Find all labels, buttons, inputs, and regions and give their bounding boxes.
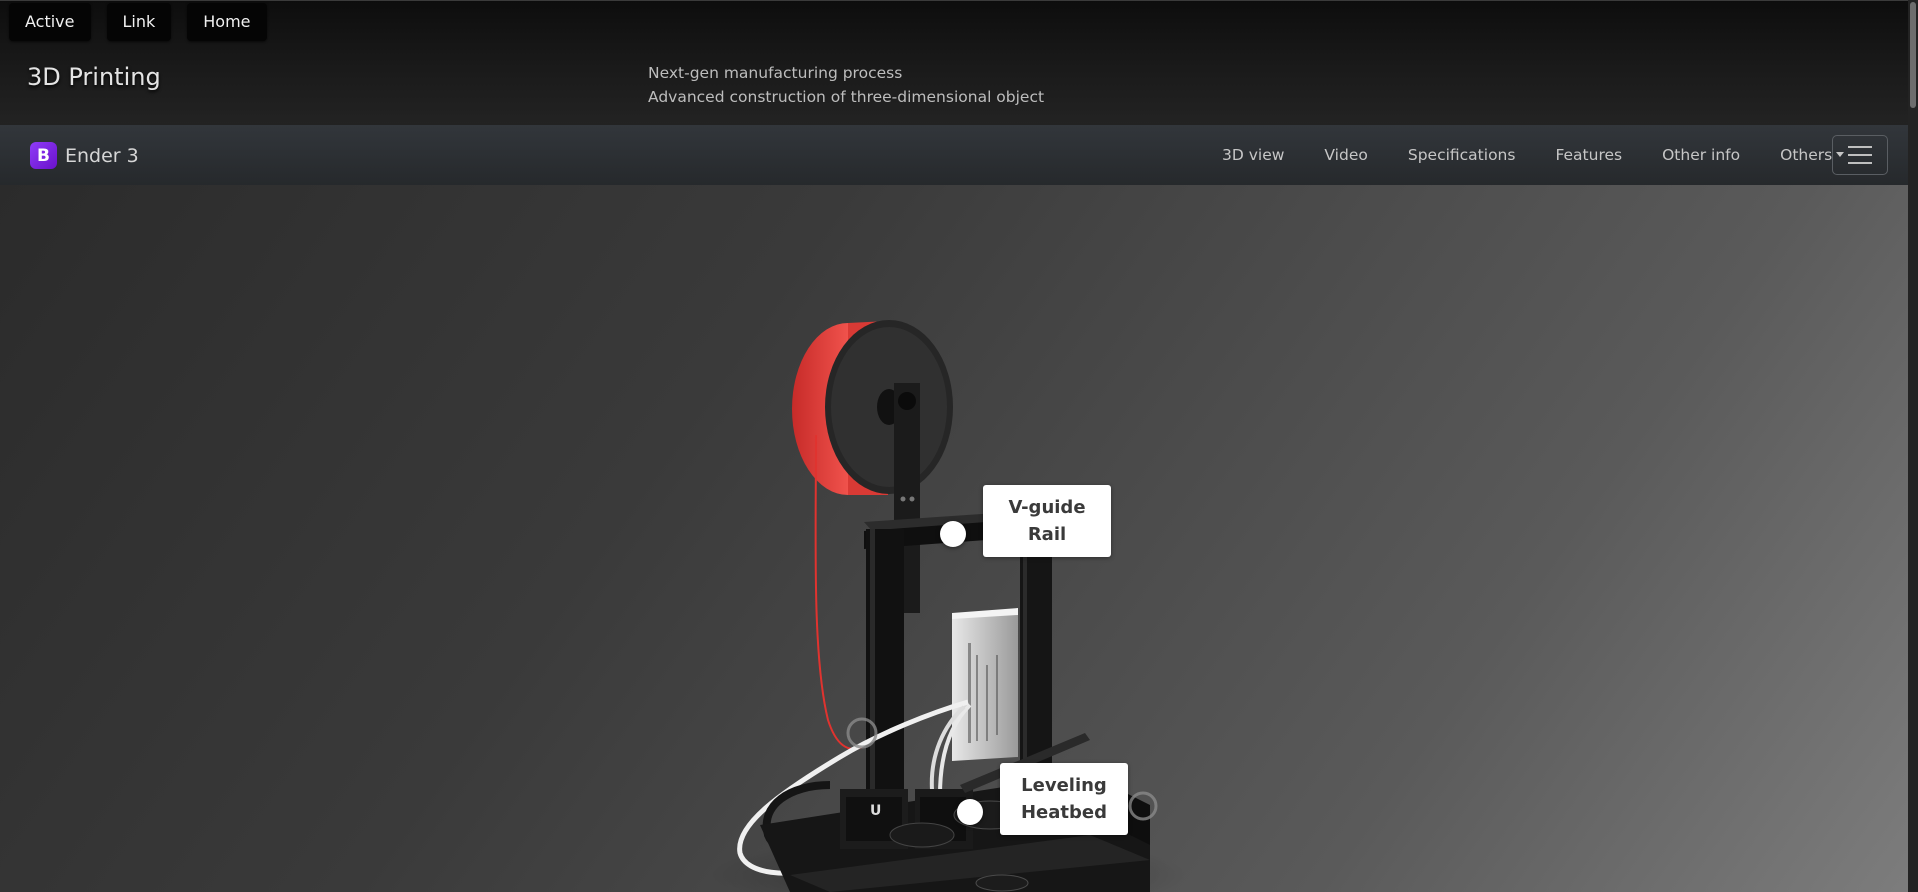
- taglines: Next-gen manufacturing process Advanced …: [648, 61, 1044, 109]
- model-viewer[interactable]: U V-guide Rail Leveling Heatbed: [0, 185, 1918, 892]
- nav-item-other-info[interactable]: Other info: [1642, 146, 1760, 164]
- hamburger-menu-icon: [1848, 146, 1872, 148]
- top-link-link[interactable]: Link: [106, 3, 172, 41]
- hotspot-v-guide-rail-dot[interactable]: [940, 521, 966, 547]
- hotspot-v-guide-rail-label[interactable]: V-guide Rail: [983, 485, 1111, 557]
- svg-text:U: U: [870, 803, 881, 819]
- page-title: 3D Printing: [27, 63, 161, 91]
- top-link-home[interactable]: Home: [187, 3, 267, 41]
- scrollbar-thumb[interactable]: [1910, 2, 1916, 108]
- navbar-toggler-button[interactable]: [1832, 135, 1888, 175]
- nav-items: 3D view Video Specifications Features Ot…: [1202, 125, 1864, 185]
- hotspot-leveling-heatbed-dot[interactable]: [957, 799, 983, 825]
- nav-item-others-label: Others: [1780, 146, 1833, 164]
- nav-item-specifications[interactable]: Specifications: [1388, 146, 1536, 164]
- tagline-1: Next-gen manufacturing process: [648, 64, 903, 82]
- hotspot-label-line-1: Leveling: [1021, 775, 1107, 796]
- top-link-active[interactable]: Active: [9, 3, 91, 41]
- nav-item-video[interactable]: Video: [1304, 146, 1387, 164]
- hotspot-label-line-2: Heatbed: [1020, 802, 1107, 823]
- nav-item-features[interactable]: Features: [1535, 146, 1642, 164]
- navbar-brand[interactable]: B Ender 3: [30, 142, 139, 169]
- page-scrollbar[interactable]: [1908, 0, 1918, 892]
- navbar: B Ender 3 3D view Video Specifications F…: [0, 125, 1908, 185]
- hotspot-label-line-2: Rail: [1027, 524, 1067, 545]
- power-supply: [952, 608, 1018, 761]
- top-header: Active Link Home 3D Printing Next-gen ma…: [0, 0, 1918, 125]
- brand-name: Ender 3: [65, 144, 139, 167]
- hotspot-label-line-1: V-guide: [1008, 497, 1086, 518]
- brand-logo-icon: B: [30, 142, 57, 169]
- top-links: Active Link Home: [9, 3, 267, 41]
- nav-item-3d-view[interactable]: 3D view: [1202, 146, 1304, 164]
- tagline-2: Advanced construction of three-dimension…: [648, 88, 1045, 106]
- hotspot-leveling-heatbed-label[interactable]: Leveling Heatbed: [1000, 763, 1128, 835]
